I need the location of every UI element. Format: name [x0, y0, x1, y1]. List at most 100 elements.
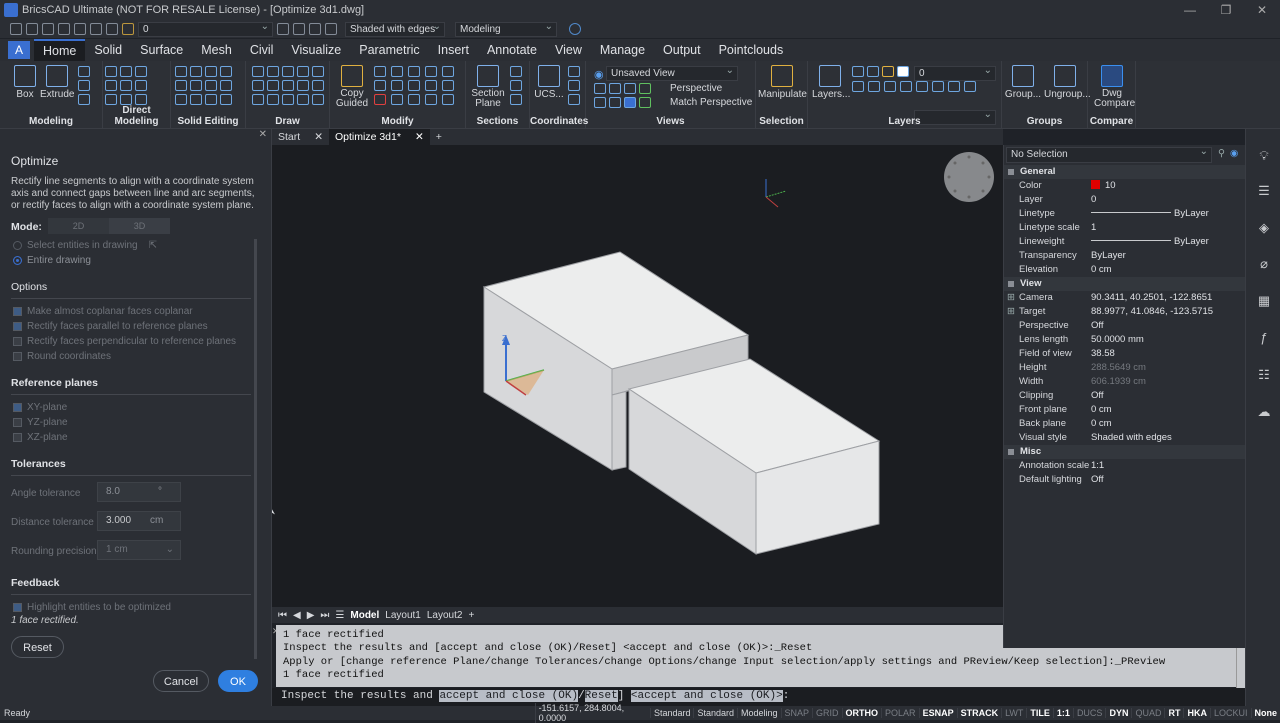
tab-surface[interactable]: Surface: [131, 39, 192, 61]
undo-icon[interactable]: [90, 23, 102, 35]
status-toggle-strack[interactable]: STRACK: [957, 708, 1002, 718]
layer-walk-icon[interactable]: [900, 81, 912, 92]
status-toggle-none[interactable]: None: [1251, 708, 1280, 718]
ellipse-icon[interactable]: [282, 80, 294, 91]
layer-match-icon[interactable]: [916, 81, 928, 92]
rounding-precision-select[interactable]: 1 cm⌄: [97, 540, 181, 560]
scale-icon[interactable]: [425, 66, 437, 77]
property-row-transparency[interactable]: TransparencyByLayer: [1004, 249, 1246, 263]
cancel-button[interactable]: Cancel: [153, 670, 209, 692]
parallel-checkbox[interactable]: [13, 322, 22, 331]
thicken-icon[interactable]: [205, 80, 217, 91]
copy-icon[interactable]: [391, 66, 403, 77]
property-value[interactable]: Off: [1091, 473, 1104, 487]
new-tab-button[interactable]: +: [430, 129, 448, 145]
property-row-linetype[interactable]: LinetypeByLayer: [1004, 207, 1246, 221]
boundary-icon[interactable]: [312, 94, 324, 105]
status-toggle-rt[interactable]: RT: [1164, 708, 1183, 718]
property-row-field-of-view[interactable]: Field of view38.58: [1004, 347, 1246, 361]
maximize-button[interactable]: ❐: [1208, 0, 1244, 20]
property-value[interactable]: 1: [1091, 221, 1096, 235]
doc-tab-optimize[interactable]: Optimize 3d1*✕: [329, 129, 430, 145]
layer-color-icon[interactable]: [897, 66, 909, 77]
shell-icon[interactable]: [175, 80, 187, 91]
arc-icon[interactable]: [282, 66, 294, 77]
erase-icon[interactable]: [374, 94, 386, 105]
status-toggle-dyn[interactable]: DYN: [1105, 708, 1131, 718]
property-value[interactable]: Off: [1091, 389, 1104, 403]
ok-button[interactable]: OK: [218, 670, 258, 692]
last-layout-icon[interactable]: ⏭: [320, 610, 329, 621]
helix-icon[interactable]: [297, 94, 309, 105]
property-value[interactable]: 38.58: [1091, 347, 1115, 361]
option-coplanar[interactable]: Make almost coplanar faces coplanar: [13, 306, 193, 317]
interfere-icon[interactable]: [220, 80, 232, 91]
round-coords-checkbox[interactable]: [13, 352, 22, 361]
named-view-combo[interactable]: Unsaved View: [606, 66, 738, 81]
property-row-front-plane[interactable]: Front plane0 cm: [1004, 403, 1246, 417]
property-row-lens-length[interactable]: Lens length50.0000 mm: [1004, 333, 1246, 347]
rotate-face-icon[interactable]: [135, 66, 147, 77]
close-tab-icon[interactable]: ✕: [415, 131, 424, 143]
close-tab-icon[interactable]: ✕: [314, 131, 323, 143]
highlight-checkbox[interactable]: [13, 603, 22, 612]
select-cursor-icon[interactable]: ⇱: [149, 240, 157, 251]
property-value[interactable]: ByLayer: [1091, 235, 1209, 249]
subtract-icon[interactable]: [190, 66, 202, 77]
property-value[interactable]: 1:1: [1091, 459, 1104, 473]
dwg-compare-button[interactable]: Dwg Compare: [1094, 65, 1130, 109]
check-icon[interactable]: [175, 94, 187, 105]
command-default-option[interactable]: <accept and close (OK)>: [631, 690, 783, 702]
intersect-icon[interactable]: [205, 66, 217, 77]
separate-icon[interactable]: [190, 80, 202, 91]
donut-icon[interactable]: [282, 94, 294, 105]
move-face-icon[interactable]: [120, 66, 132, 77]
property-value[interactable]: Off: [1091, 319, 1104, 333]
category-general[interactable]: General: [1004, 165, 1246, 179]
move-icon[interactable]: [374, 66, 386, 77]
property-row-perspective[interactable]: PerspectiveOff: [1004, 319, 1246, 333]
command-option-reset[interactable]: Reset: [585, 690, 618, 702]
coplanar-checkbox[interactable]: [13, 307, 22, 316]
angle-tolerance-field[interactable]: 8.0°: [97, 482, 181, 502]
property-value[interactable]: ByLayer: [1091, 207, 1209, 221]
status-toggle-tile[interactable]: TILE: [1026, 708, 1053, 718]
layer-uniso-icon[interactable]: [868, 81, 880, 92]
rotate-icon[interactable]: [408, 66, 420, 77]
property-value[interactable]: 88.9977, 41.0846, -123.5715: [1091, 305, 1213, 319]
offset-face-icon[interactable]: [105, 80, 117, 91]
perpendicular-checkbox[interactable]: [13, 337, 22, 346]
hatch-icon[interactable]: [312, 66, 324, 77]
point-icon[interactable]: [267, 94, 279, 105]
rectangle-icon[interactable]: [297, 80, 309, 91]
entire-drawing-option[interactable]: Entire drawing: [13, 255, 91, 266]
status-toggle-1-1[interactable]: 1:1: [1053, 708, 1073, 718]
spline-icon[interactable]: [252, 80, 264, 91]
property-row-elevation[interactable]: Elevation0 cm: [1004, 263, 1246, 277]
break-icon[interactable]: [442, 94, 454, 105]
property-value[interactable]: Shaded with edges: [1091, 431, 1172, 445]
status-toggle-standard[interactable]: Standard: [650, 708, 694, 718]
tab-mesh[interactable]: Mesh: [192, 39, 241, 61]
ungroup-button[interactable]: Ungroup...: [1044, 65, 1086, 100]
ucs-face-icon[interactable]: [568, 80, 580, 91]
simplify-icon[interactable]: [220, 94, 232, 105]
extrude-button[interactable]: Extrude: [40, 65, 74, 100]
view-3d-icon[interactable]: [624, 97, 636, 108]
property-value[interactable]: 0 cm: [1091, 403, 1112, 417]
tab-view[interactable]: View: [546, 39, 591, 61]
property-value[interactable]: 288.5649 cm: [1091, 361, 1146, 375]
property-row-default-lighting[interactable]: Default lightingOff: [1004, 473, 1246, 487]
status-toggle-hka[interactable]: HKA: [1183, 708, 1210, 718]
tab-home[interactable]: Home: [34, 39, 85, 61]
status-toggle-lwt[interactable]: LWT: [1001, 708, 1026, 718]
visual-style-combo[interactable]: Shaded with edges: [345, 22, 445, 37]
xz-plane-checkbox[interactable]: [13, 433, 22, 442]
union-icon[interactable]: [175, 66, 187, 77]
property-value[interactable]: 0 cm: [1091, 417, 1112, 431]
mirror-icon[interactable]: [374, 80, 386, 91]
tab-pointclouds[interactable]: Pointclouds: [710, 39, 793, 61]
trim-icon[interactable]: [408, 94, 420, 105]
status-toggle-ortho[interactable]: ORTHO: [842, 708, 882, 718]
select-entities-radio[interactable]: [13, 241, 22, 250]
